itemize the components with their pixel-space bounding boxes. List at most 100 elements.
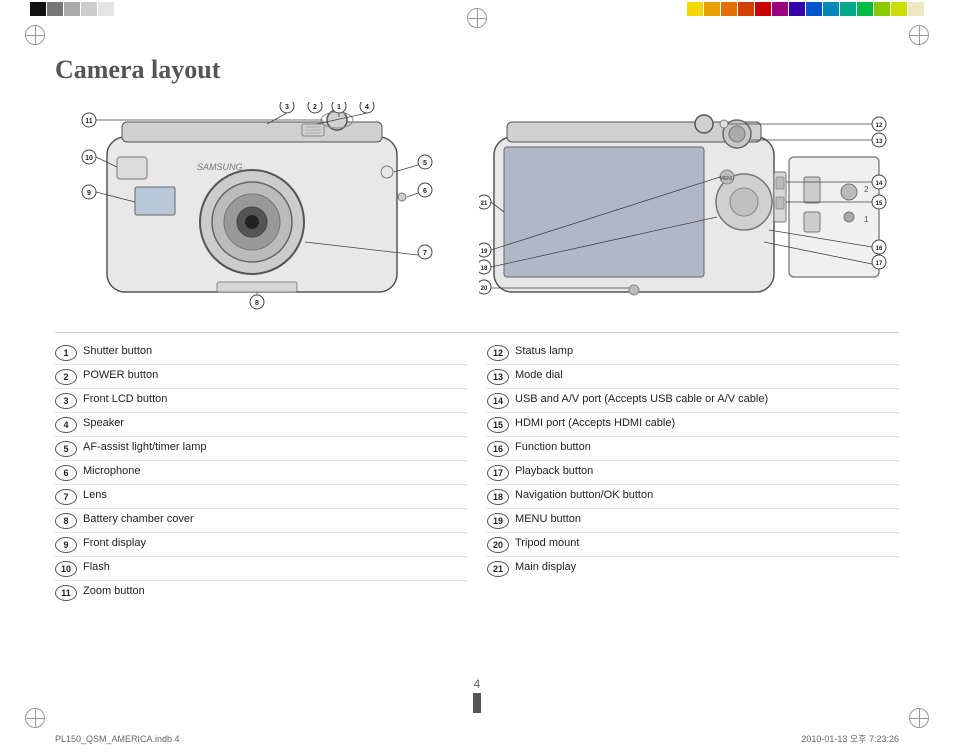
- swatch-dark-gray: [47, 2, 63, 16]
- reg-mark-bottom-right: [909, 708, 929, 728]
- legend-item: 17 Playback button: [487, 461, 899, 485]
- legend-text: Navigation button/OK button: [515, 488, 653, 502]
- legend-text: POWER button: [83, 368, 158, 382]
- svg-text:10: 10: [85, 155, 93, 162]
- page-content: Camera layout: [55, 55, 899, 718]
- legend-item: 21 Main display: [487, 557, 899, 580]
- legend-text: Lens: [83, 488, 107, 502]
- legend-number: 11: [55, 585, 77, 601]
- legend-number: 10: [55, 561, 77, 577]
- swatch-very-light-gray: [98, 2, 114, 16]
- legend-item: 9 Front display: [55, 533, 467, 557]
- legend-area: 1 Shutter button 2 POWER button 3 Front LCD b…: [55, 332, 899, 604]
- svg-text:11: 11: [85, 118, 93, 125]
- legend-text: Playback button: [515, 464, 593, 478]
- legend-number: 7: [55, 489, 77, 505]
- legend-item: 15 HDMI port (Accepts HDMI cable): [487, 413, 899, 437]
- reg-mark-top-right: [909, 25, 929, 45]
- svg-text:21: 21: [481, 201, 488, 207]
- legend-item: 11 Zoom button: [55, 581, 467, 604]
- svg-text:17: 17: [876, 261, 883, 267]
- page-footer: PL150_QSM_AMERICA.indb 4 2010-01-13 오후 7…: [55, 732, 899, 745]
- legend-item: 19 MENU button: [487, 509, 899, 533]
- legend-text: USB and A/V port (Accepts USB cable or A…: [515, 392, 768, 406]
- legend-item: 3 Front LCD button: [55, 389, 467, 413]
- legend-text: MENU button: [515, 512, 581, 526]
- legend-item: 18Navigation button/OK button: [487, 485, 899, 509]
- legend-text: Status lamp: [515, 344, 573, 358]
- legend-item: 2 POWER button: [55, 365, 467, 389]
- camera-front-svg: SAMSUNG 1 2 3 4: [67, 102, 447, 312]
- legend-text: Zoom button: [83, 584, 145, 598]
- legend-item: 12 Status lamp: [487, 341, 899, 365]
- reg-mark-top-left: [25, 25, 45, 45]
- legend-number: 6: [55, 465, 77, 481]
- svg-text:MENU: MENU: [720, 176, 735, 182]
- legend-text: Front display: [83, 536, 146, 550]
- legend-text: Speaker: [83, 416, 124, 430]
- legend-item: 8 Battery chamber cover: [55, 509, 467, 533]
- swatch-light-gray: [81, 2, 97, 16]
- legend-number: 14: [487, 393, 509, 409]
- reg-mark-bottom-left: [25, 708, 45, 728]
- page-title: Camera layout: [55, 55, 899, 85]
- legend-text: Flash: [83, 560, 110, 574]
- legend-number: 5: [55, 441, 77, 457]
- legend-number: 12: [487, 345, 509, 361]
- legend-text: Battery chamber cover: [83, 512, 194, 526]
- legend-item: 5 AF-assist light/timer lamp: [55, 437, 467, 461]
- legend-number: 8: [55, 513, 77, 529]
- legend-number: 16: [487, 441, 509, 457]
- diagrams-area: SAMSUNG 1 2 3 4: [55, 97, 899, 317]
- svg-text:20: 20: [481, 286, 488, 292]
- legend-number: 2: [55, 369, 77, 385]
- svg-text:19: 19: [481, 249, 488, 255]
- legend-number: 9: [55, 537, 77, 553]
- legend-column-right: 12 Status lamp 13 Mode dial 14 USB and A/V po…: [487, 341, 899, 604]
- legend-text: Front LCD button: [83, 392, 167, 406]
- legend-number: 1: [55, 345, 77, 361]
- svg-text:1: 1: [337, 104, 341, 111]
- svg-text:8: 8: [255, 300, 259, 307]
- camera-back-svg: MENU 2 1: [479, 102, 899, 312]
- legend-text: Shutter button: [83, 344, 152, 358]
- svg-text:5: 5: [423, 160, 427, 167]
- svg-text:7: 7: [423, 250, 427, 257]
- svg-text:3: 3: [285, 104, 289, 111]
- page-number-bar: [473, 693, 481, 713]
- swatch-mid-gray: [64, 2, 80, 16]
- legend-column-left: 1 Shutter button 2 POWER button 3 Front LCD b…: [55, 341, 467, 604]
- svg-text:SAMSUNG: SAMSUNG: [197, 162, 243, 172]
- legend-text: Function button: [515, 440, 591, 454]
- legend-item: 13 Mode dial: [487, 365, 899, 389]
- legend-item: 10 Flash: [55, 557, 467, 581]
- svg-text:13: 13: [876, 139, 883, 145]
- svg-text:14: 14: [876, 181, 883, 187]
- legend-text: AF-assist light/timer lamp: [83, 440, 206, 454]
- legend-number: 19: [487, 513, 509, 529]
- legend-text: Mode dial: [515, 368, 563, 382]
- legend-item: 16 Function button: [487, 437, 899, 461]
- legend-text: HDMI port (Accepts HDMI cable): [515, 416, 675, 430]
- legend-text: Tripod mount: [515, 536, 579, 550]
- legend-number: 21: [487, 561, 509, 577]
- legend-number: 13: [487, 369, 509, 385]
- legend-item: 1 Shutter button: [55, 341, 467, 365]
- svg-text:18: 18: [481, 266, 488, 272]
- legend-item: 20 Tripod mount: [487, 533, 899, 557]
- legend-number: 20: [487, 537, 509, 553]
- svg-text:6: 6: [423, 188, 427, 195]
- footer-right: 2010-01-13 오후 7:23:26: [801, 732, 899, 745]
- svg-text:1: 1: [864, 215, 869, 224]
- svg-text:2: 2: [864, 185, 869, 194]
- legend-number: 17: [487, 465, 509, 481]
- legend-item: 4Speaker: [55, 413, 467, 437]
- svg-text:16: 16: [876, 246, 883, 252]
- legend-number: 15: [487, 417, 509, 433]
- legend-item: 6Microphone: [55, 461, 467, 485]
- legend-text: Main display: [515, 560, 576, 574]
- legend-number: 3: [55, 393, 77, 409]
- svg-text:9: 9: [87, 190, 91, 197]
- legend-item: 7 Lens: [55, 485, 467, 509]
- svg-text:15: 15: [876, 201, 883, 207]
